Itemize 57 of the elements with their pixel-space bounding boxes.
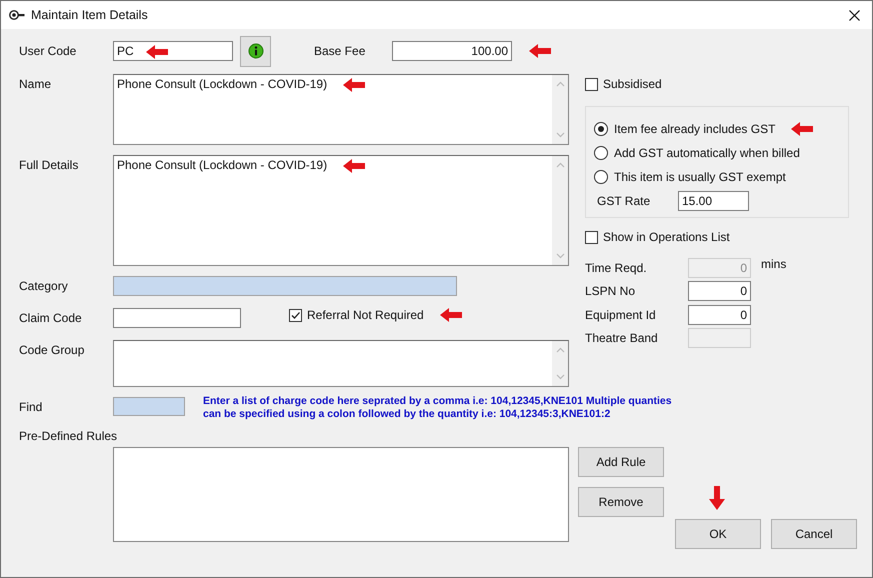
field-label: Full Details [19,157,80,172]
gst-radio-button[interactable]: Item fee already includes GST [594,122,776,136]
field-label: User Code [19,44,78,58]
arrow-icon [529,44,551,58]
subsidised-checkbox[interactable]: Subsidised [585,77,849,91]
field-label: Category [19,278,69,293]
ok-button[interactable]: OK [675,519,761,549]
info-button[interactable] [240,36,271,66]
referral-checkbox[interactable]: Referral Not Required [289,308,424,322]
code-group-text-area[interactable] [113,340,569,387]
hint-text: Enter a list of charge code here seprated by a comma i.e: 104,12345,KNE101 Multiple quanties can be specified using a colon followed by the quantity i.e: 104,12345:3,KNE101:2 [203,395,673,421]
close-icon[interactable] [849,10,860,20]
scroll-up-icon[interactable] [556,347,564,353]
number-field[interactable]: 0 [688,304,751,325]
field-label: Equipment Id [585,308,657,322]
name-text-area[interactable]: Phone Consult (Lockdown - COVID-19) [113,74,569,145]
unit-label: mins [761,257,786,271]
field-label: Time Reqd. [585,260,648,275]
find-field[interactable] [113,397,185,416]
field-label: GST Rate [596,194,652,208]
user-code-field[interactable]: PC [113,41,233,61]
gst-radio-button[interactable]: Add GST automatically when billed [594,146,800,160]
field-label: Code Group [19,342,86,357]
number-field[interactable]: 0 [688,281,751,302]
field-label: LSPN No [585,284,636,298]
scroll-up-icon[interactable] [556,162,564,168]
field-label: Name [19,76,52,91]
arrow-icon [343,78,366,92]
scroll-down-icon[interactable] [556,132,564,138]
arrow-icon [146,45,168,59]
claim-code-field[interactable] [113,308,241,328]
scroll-down-icon[interactable] [556,253,564,259]
category-field[interactable] [113,276,457,296]
gst-radio-button[interactable]: This item is usually GST exempt [594,170,786,184]
scroll-down-icon[interactable] [556,374,564,380]
key-icon [9,9,25,21]
base-fee-field[interactable]: 100.00 [392,41,512,61]
field-label: Base Fee [314,44,366,58]
scroll-up-icon[interactable] [556,81,564,87]
arrow-icon [791,122,814,136]
arrow-icon [440,308,462,322]
field-label: Pre-Defined Rules [19,428,118,443]
remove-button[interactable]: Remove [578,487,664,517]
rules-list-box[interactable] [113,447,569,542]
field-label: Find [19,399,44,414]
full-details-text-area[interactable]: Phone Consult (Lockdown - COVID-19) [113,155,569,266]
gst-rate-field[interactable]: 15.00 [678,191,749,211]
add-rule-button[interactable]: Add Rule [578,447,664,477]
down-arrow-icon [709,486,725,510]
field-label: Claim Code [19,310,83,325]
operations-list-checkbox[interactable]: Show in Operations List [585,230,849,244]
info-icon [248,43,264,59]
arrow-icon [343,159,366,173]
field-label: Theatre Band [585,331,659,346]
cancel-button[interactable]: Cancel [771,519,857,549]
check-icon [290,310,301,320]
window-title: Maintain Item Details [31,8,149,22]
